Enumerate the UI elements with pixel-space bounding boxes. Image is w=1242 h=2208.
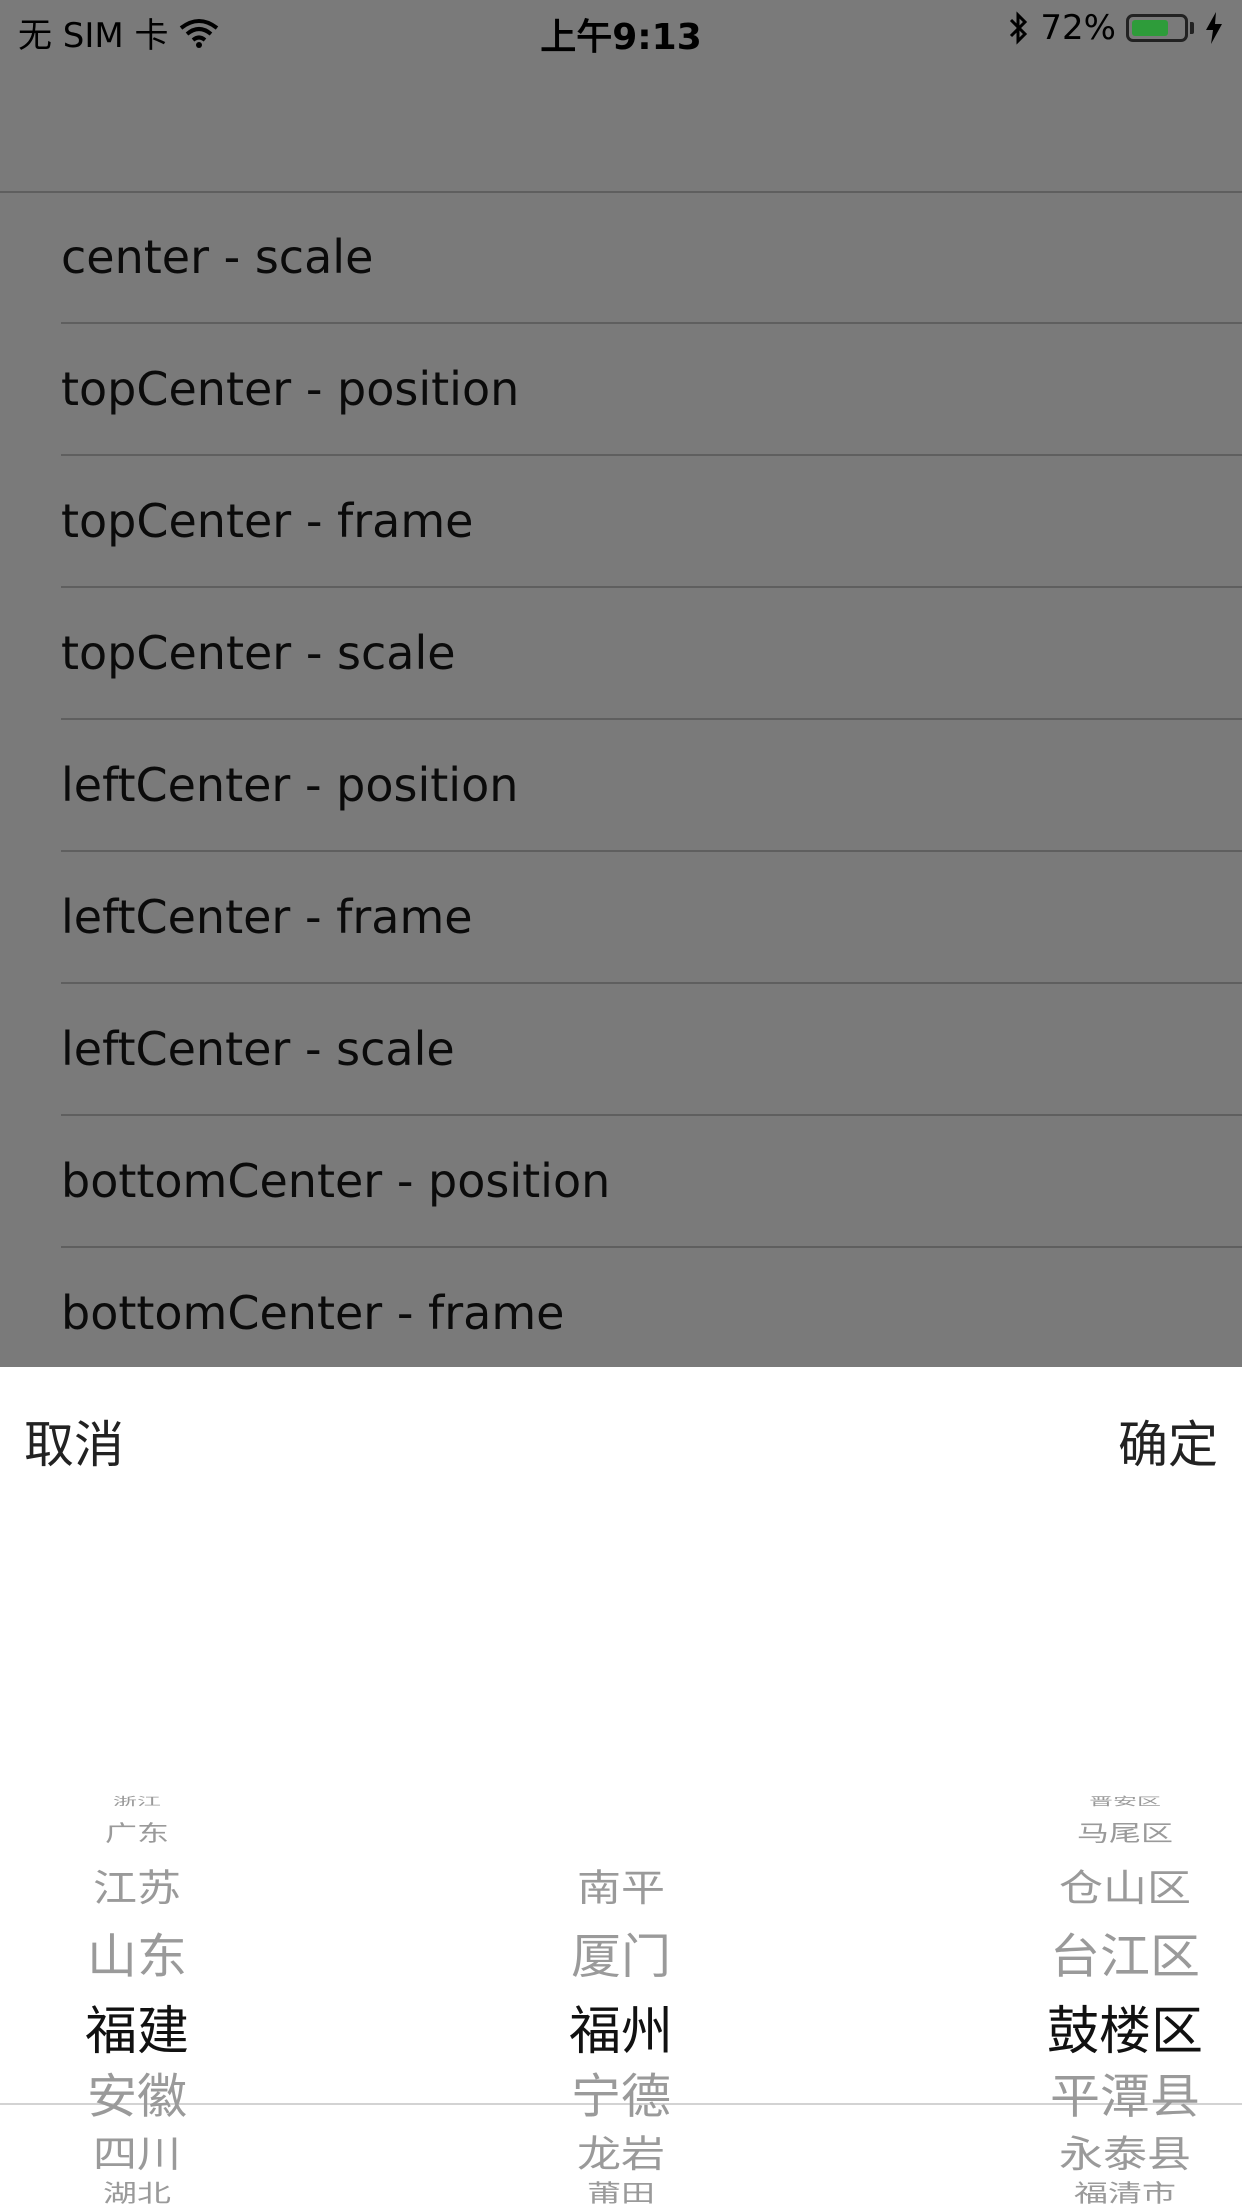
table-row[interactable]: leftCenter - scale	[61, 984, 1242, 1116]
status-bar: 无 SIM 卡 上午9:13 72%	[0, 0, 1242, 60]
row-label: leftCenter - frame	[61, 890, 473, 944]
province-option[interactable]: 江苏	[0, 1858, 344, 1912]
city-option[interactable]: 莆田	[414, 2174, 828, 2208]
row-label: bottomCenter - position	[61, 1154, 611, 1208]
battery-fill	[1132, 20, 1168, 36]
district-option[interactable]: 福清市	[918, 2174, 1242, 2208]
cancel-button[interactable]: 取消	[24, 1405, 124, 1477]
row-label: center - scale	[61, 230, 374, 284]
province-column[interactable]: 浙江广东江苏山东 福建 安徽 四川 湖北	[0, 1597, 414, 2208]
table-row[interactable]: topCenter - position	[61, 324, 1242, 456]
city-option[interactable]: 龙岩	[414, 2124, 828, 2178]
table-row[interactable]: bottomCenter - position	[61, 1116, 1242, 1248]
province-option[interactable]: 福建	[0, 1989, 344, 2064]
row-label: leftCenter - position	[61, 758, 519, 812]
confirm-button[interactable]: 确定	[1118, 1405, 1218, 1477]
city-option[interactable]: 南平	[414, 1858, 828, 1912]
table-row[interactable]: topCenter - frame	[61, 456, 1242, 588]
district-column[interactable]: 晋安区马尾区仓山区台江区 鼓楼区 平潭县 永泰县 福清市	[828, 1597, 1242, 2208]
district-option[interactable]: 平潭县	[918, 2059, 1242, 2127]
city-option[interactable]: 福州	[414, 1989, 828, 2064]
row-label: topCenter - scale	[61, 626, 456, 680]
row-label: bottomCenter - frame	[61, 1286, 565, 1340]
province-option[interactable]: 湖北	[0, 2174, 344, 2208]
province-option[interactable]: 山东	[0, 1919, 344, 1987]
battery-cap	[1190, 22, 1194, 34]
table-view[interactable]: center - scale topCenter - position topC…	[0, 192, 1242, 1380]
area-picker[interactable]: 浙江广东江苏山东 福建 安徽 四川 湖北 南平厦门 福州 宁德 龙岩 莆田 晋安区马尾区仓山区台…	[0, 1597, 1242, 2208]
table-row[interactable]: leftCenter - position	[61, 720, 1242, 852]
row-label: topCenter - frame	[61, 494, 474, 548]
bluetooth-icon	[1010, 11, 1028, 45]
status-right: 72%	[1008, 8, 1224, 48]
province-option[interactable]: 四川	[0, 2124, 344, 2178]
district-option[interactable]: 仓山区	[918, 1858, 1242, 1912]
city-option[interactable]: 宁德	[414, 2059, 828, 2127]
district-option[interactable]: 晋安区	[918, 1793, 1242, 1809]
table-row[interactable]: topCenter - scale	[61, 588, 1242, 720]
province-option[interactable]: 浙江	[0, 1793, 344, 1809]
district-option[interactable]: 马尾区	[918, 1816, 1242, 1848]
row-label: leftCenter - scale	[61, 1022, 455, 1076]
picker-sheet: 取消 确定 浙江广东江苏山东 福建 安徽 四川 湖北 南平厦门 福州 宁德 龙岩 莆田 晋安区马…	[0, 1367, 1242, 2208]
table-row[interactable]: center - scale	[61, 192, 1242, 324]
battery-icon	[1126, 14, 1188, 42]
table-row[interactable]: leftCenter - frame	[61, 852, 1242, 984]
charging-bolt-icon	[1206, 12, 1222, 44]
city-option[interactable]: 厦门	[414, 1919, 828, 1987]
district-option[interactable]: 台江区	[918, 1919, 1242, 1987]
district-option[interactable]: 永泰县	[918, 2124, 1242, 2178]
picker-toolbar: 取消 确定	[0, 1367, 1242, 1517]
row-label: topCenter - position	[61, 362, 520, 416]
navigation-bar	[0, 60, 1242, 193]
battery-percent: 72%	[1040, 8, 1116, 48]
province-option[interactable]: 广东	[0, 1816, 344, 1848]
district-option[interactable]: 鼓楼区	[918, 1989, 1242, 2064]
city-column[interactable]: 南平厦门 福州 宁德 龙岩 莆田	[414, 1597, 828, 2208]
province-option[interactable]: 安徽	[0, 2059, 344, 2127]
table-row[interactable]: bottomCenter - frame	[61, 1248, 1242, 1380]
